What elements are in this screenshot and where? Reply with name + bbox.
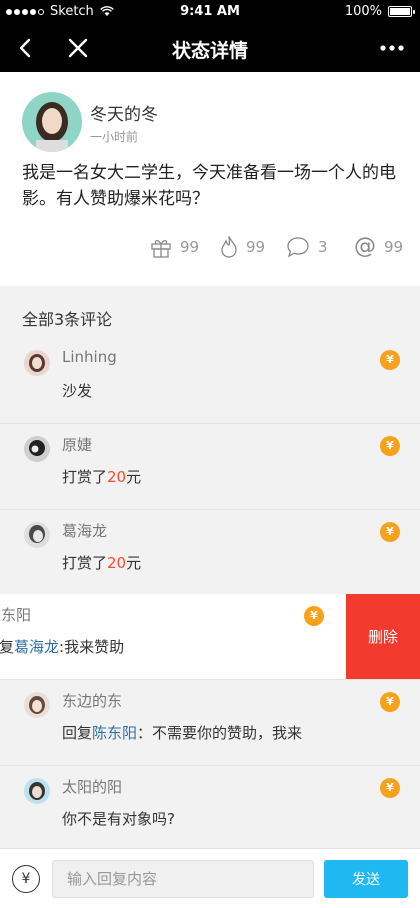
commenter-name[interactable]: 东边的东 xyxy=(62,690,122,711)
gift-stat[interactable]: 99 xyxy=(150,236,199,258)
reward-amount: 20 xyxy=(107,554,127,572)
comments-header: 全部3条评论 xyxy=(22,310,113,329)
send-button[interactable]: 发送 xyxy=(324,860,408,898)
battery-percent: 100% xyxy=(344,4,382,19)
author-avatar[interactable] xyxy=(22,92,82,152)
delete-button[interactable]: 删除 xyxy=(346,594,420,679)
comment-item[interactable]: 葛海龙 打赏了20元 ¥ xyxy=(0,510,420,596)
reward-coin-icon[interactable]: ¥ xyxy=(380,350,400,370)
comment-item[interactable]: 东边的东 回复陈东阳：不需要你的赞助，我来 ¥ xyxy=(0,680,420,766)
comment-item[interactable]: 太阳的阳 你不是有对象吗? ¥ xyxy=(0,766,420,852)
commenter-name[interactable]: Linhing xyxy=(62,348,117,366)
commenter-name[interactable]: 陈东阳 xyxy=(0,604,31,625)
reward-prefix: 打赏了 xyxy=(62,468,108,486)
reply-prefix: 回复 xyxy=(0,638,15,656)
reward-coin-icon[interactable]: ¥ xyxy=(304,606,324,626)
comment-icon xyxy=(287,237,309,258)
commenter-avatar[interactable] xyxy=(24,436,50,462)
reward-prefix: 打赏了 xyxy=(62,554,108,572)
comment-item[interactable]: Linhing 沙发 ¥ xyxy=(0,338,420,424)
page-title: 状态详情 xyxy=(171,40,248,62)
commenter-avatar[interactable] xyxy=(24,692,50,718)
reward-suffix: 元 xyxy=(126,554,142,572)
post-content: 我是一名女大二学生，今天准备看一场一个人的电影。有人赞助爆米花吗？ xyxy=(22,163,396,209)
mention-stat[interactable]: @ 99 xyxy=(354,236,403,258)
comment-text: 打赏了20元 xyxy=(62,552,141,573)
comment-text: 打赏了20元 xyxy=(62,466,141,487)
battery-icon xyxy=(388,6,415,17)
commenter-avatar[interactable] xyxy=(24,350,50,376)
status-bar: Sketch 9:41 AM 100% xyxy=(0,0,420,24)
reply-body: ：不需要你的赞助，我来 xyxy=(137,724,303,742)
flame-icon xyxy=(221,236,237,258)
comment-text: 沙发 xyxy=(62,382,93,400)
comment-item-swiped[interactable]: 陈东阳 回复葛海龙:我来赞助 ¥ 删除 xyxy=(0,594,420,680)
commenter-name[interactable]: 原婕 xyxy=(62,434,92,455)
hot-stat[interactable]: 99 xyxy=(220,236,265,258)
reward-amount: 20 xyxy=(107,468,127,486)
battery-group: 100% xyxy=(344,4,415,19)
nav-bar: 状态详情 xyxy=(0,24,420,72)
hot-count: 99 xyxy=(246,238,266,256)
author-name[interactable]: 冬天的冬 xyxy=(90,100,158,125)
reply-input[interactable] xyxy=(52,860,314,898)
comment-count: 3 xyxy=(318,238,328,256)
post-time: 一小时前 xyxy=(90,130,139,144)
post-card: 冬天的冬 一小时前 我是一名女大二学生，今天准备看一场一个人的电影。有人赞助爆米… xyxy=(0,72,420,286)
commenter-name[interactable]: 葛海龙 xyxy=(62,520,107,541)
commenter-name[interactable]: 太阳的阳 xyxy=(62,776,122,797)
reply-target[interactable]: 陈东阳 xyxy=(92,724,137,742)
reward-coin-icon[interactable]: ¥ xyxy=(380,436,400,456)
reward-coin-icon[interactable]: ¥ xyxy=(380,522,400,542)
commenter-avatar[interactable] xyxy=(24,778,50,804)
more-icon[interactable] xyxy=(378,34,406,62)
reply-prefix: 回复 xyxy=(62,724,93,742)
comment-text: 你不是有对象吗? xyxy=(62,810,175,828)
reply-body: :我来赞助 xyxy=(59,638,125,656)
reward-coin-icon[interactable]: ¥ xyxy=(380,778,400,798)
reward-coin-icon[interactable]: ¥ xyxy=(380,692,400,712)
reward-button[interactable]: ¥ xyxy=(12,865,40,893)
post-stats: 99 99 3 @ 99 xyxy=(0,236,420,260)
reply-target[interactable]: 葛海龙 xyxy=(14,638,59,656)
reward-suffix: 元 xyxy=(126,468,142,486)
gift-count: 99 xyxy=(180,238,200,256)
comment-stat[interactable]: 3 xyxy=(286,236,328,258)
at-icon: @ xyxy=(354,234,376,259)
comment-item[interactable]: 原婕 打赏了20元 ¥ xyxy=(0,424,420,510)
gift-icon xyxy=(151,239,171,258)
mention-count: 99 xyxy=(384,238,404,256)
commenter-avatar[interactable] xyxy=(24,522,50,548)
reply-bar: ¥ 发送 xyxy=(0,848,420,908)
comment-text: 回复葛海龙:我来赞助 xyxy=(0,636,124,657)
comment-text: 回复陈东阳：不需要你的赞助，我来 xyxy=(62,722,302,743)
